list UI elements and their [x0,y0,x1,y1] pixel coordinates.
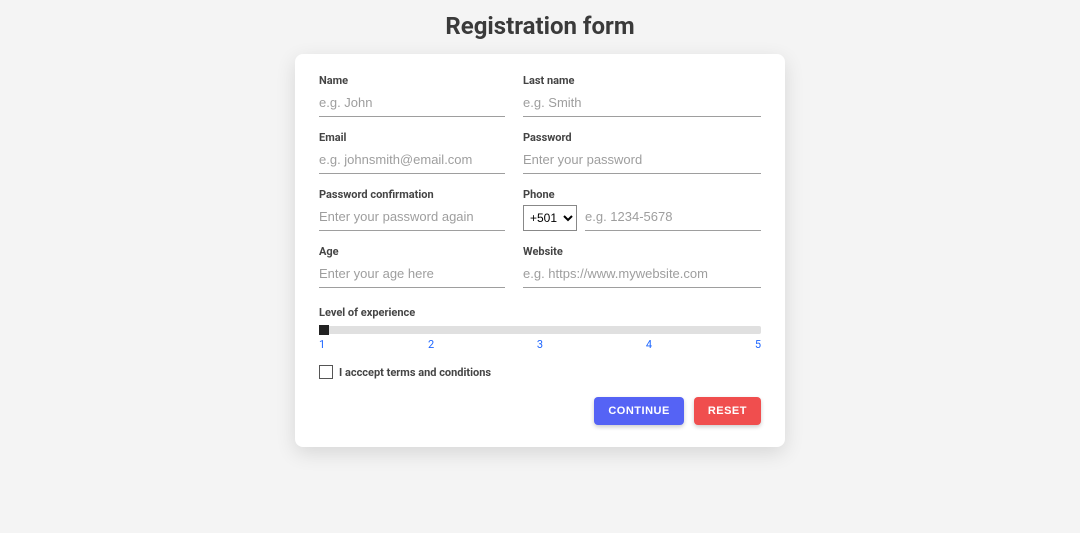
password-confirm-input[interactable] [319,205,505,231]
name-input[interactable] [319,91,505,117]
email-label: Email [319,131,505,144]
lastname-input[interactable] [523,91,761,117]
experience-ticks: 1 2 3 4 5 [319,338,761,351]
website-input[interactable] [523,262,761,288]
website-label: Website [523,245,761,258]
experience-thumb[interactable] [319,325,329,335]
reset-button[interactable]: RESET [694,397,761,425]
name-field: Name [319,74,505,117]
password-confirm-field: Password confirmation [319,188,505,231]
password-label: Password [523,131,761,144]
password-input[interactable] [523,148,761,174]
terms-row[interactable]: I acccept terms and conditions [319,365,761,379]
experience-slider[interactable] [319,326,761,334]
email-field: Email [319,131,505,174]
page-title: Registration form [0,12,1080,40]
phone-field: Phone +501 [523,188,761,231]
registration-card: Name Last name Email Password Password c… [295,54,785,447]
button-row: CONTINUE RESET [319,397,761,425]
lastname-field: Last name [523,74,761,117]
age-label: Age [319,245,505,258]
password-field: Password [523,131,761,174]
tick-3: 3 [537,338,543,351]
tick-4: 4 [646,338,652,351]
phone-input[interactable] [585,205,761,231]
experience-label: Level of experience [319,306,761,319]
tick-1: 1 [319,338,325,351]
age-input[interactable] [319,262,505,288]
phone-label: Phone [523,188,761,201]
terms-label: I acccept terms and conditions [339,366,491,379]
email-input[interactable] [319,148,505,174]
continue-button[interactable]: CONTINUE [594,397,683,425]
tick-5: 5 [755,338,761,351]
phone-prefix-select[interactable]: +501 [523,205,577,231]
experience-field: Level of experience 1 2 3 4 5 [319,306,761,351]
website-field: Website [523,245,761,288]
age-field: Age [319,245,505,288]
password-confirm-label: Password confirmation [319,188,505,201]
lastname-label: Last name [523,74,761,87]
name-label: Name [319,74,505,87]
tick-2: 2 [428,338,434,351]
terms-checkbox[interactable] [319,365,333,379]
